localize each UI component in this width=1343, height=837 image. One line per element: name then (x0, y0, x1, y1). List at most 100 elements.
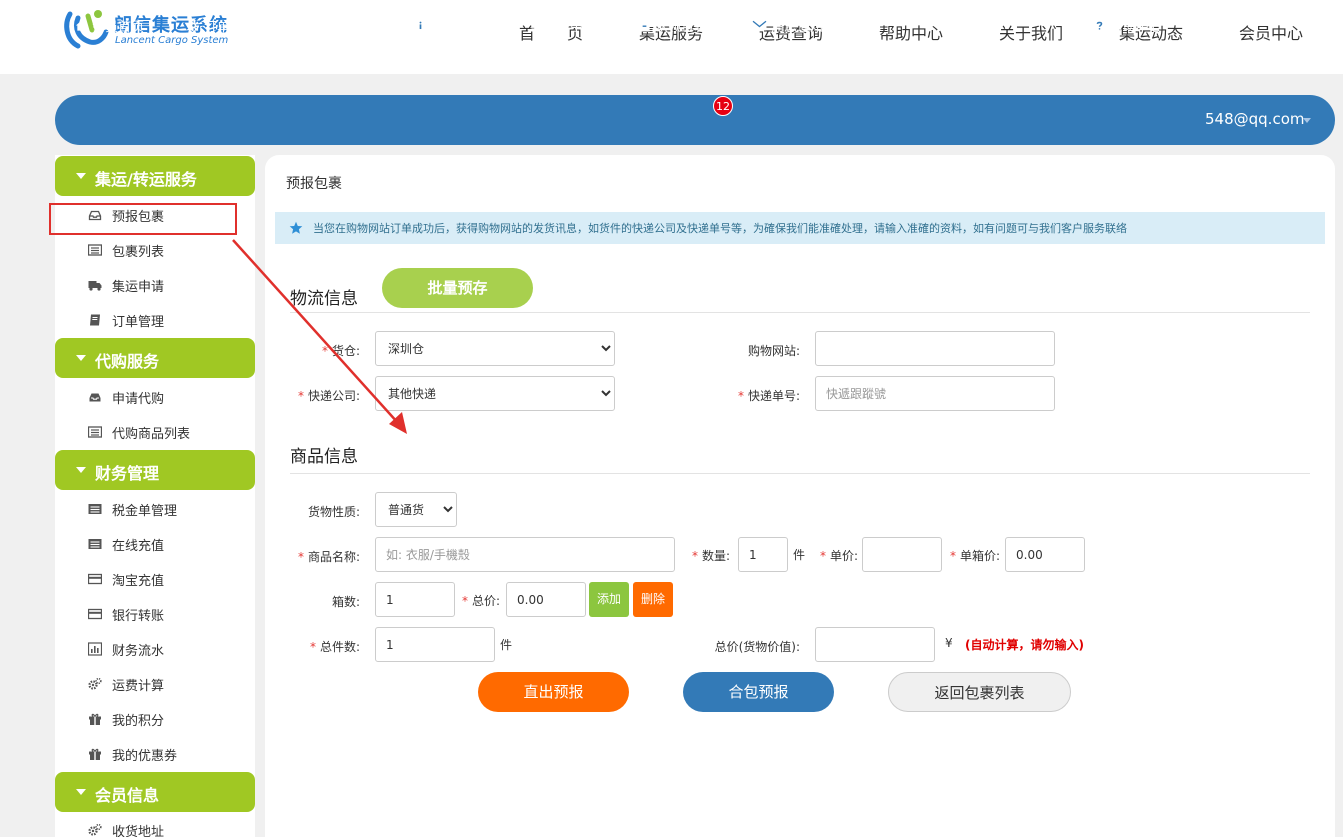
shopping-site-label: 购物网站: (747, 344, 800, 358)
sidebar-item-freight-calc[interactable]: 运费计算 (88, 674, 164, 694)
sidebar-item-label: 淘宝充值 (112, 573, 165, 589)
sidebar-item-label: 在线充值 (112, 538, 165, 554)
member-nav-claim[interactable]: 认领包裹 (638, 16, 707, 35)
sidebar-item-purchase-list[interactable]: 代购商品列表 (88, 422, 190, 442)
total-qty-label: * 总件数: (309, 640, 360, 654)
home-icon (75, 19, 88, 31)
sidebar-item-finance-flow[interactable]: 财务流水 (88, 639, 164, 659)
logistics-section-title: 物流信息 (290, 289, 358, 309)
member-nav-label: 消息通知 (771, 19, 824, 35)
member-nav-label: 财务管理 (319, 19, 372, 35)
sidebar-item-order-manage[interactable]: 订单管理 (88, 310, 164, 330)
sidebar-item-recharge[interactable]: 在线充值 (88, 534, 164, 554)
list-icon (88, 244, 102, 256)
user-account-dropdown[interactable]: 548@qq.com (1205, 110, 1304, 128)
add-row-button[interactable]: 添加 (589, 582, 629, 617)
goods-value-input[interactable] (815, 627, 935, 662)
sidebar-item-consolidation-apply[interactable]: 集运申请 (88, 275, 164, 295)
goods-nature-select[interactable]: 普通货 (375, 492, 457, 527)
member-nav-home[interactable]: 会员首页 (75, 16, 145, 35)
courier-select[interactable]: 其他快递 (375, 376, 615, 411)
shopping-site-input[interactable] (815, 331, 1055, 366)
sidebar-section-consolidation[interactable]: 集运/转运服务 (55, 156, 255, 196)
member-nav-orders[interactable]: 订单管理 (187, 16, 256, 35)
goods-section-title: 商品信息 (290, 447, 358, 467)
back-to-list-button[interactable]: 返回包裹列表 (888, 672, 1071, 712)
divider (290, 312, 1310, 313)
topnav-about[interactable]: 关于我们 (999, 20, 1063, 43)
envelope-icon (752, 20, 767, 30)
money-icon (299, 19, 315, 31)
direct-forecast-button[interactable]: 直出预报 (478, 672, 629, 712)
info-notice: 当您在购物网站订单成功后，获得购物网站的发货讯息，如货件的快递公司及快递单号等，… (275, 212, 1325, 244)
batch-forecast-button[interactable]: 批量预存 (382, 268, 533, 308)
sidebar-item-address[interactable]: 收货地址 (88, 820, 164, 837)
sidebar-item-apply-purchase[interactable]: 申请代购 (88, 387, 164, 407)
required-marker: * (819, 549, 826, 563)
notice-text: 当您在购物网站订单成功后，获得购物网站的发货讯息，如货件的快递公司及快递单号等，… (313, 222, 1127, 235)
truck-icon (88, 281, 102, 291)
box-price-input[interactable] (1005, 537, 1085, 572)
member-nav-info[interactable]: 会员信息 (414, 16, 483, 35)
sidebar-item-points[interactable]: 我的积分 (88, 709, 164, 729)
topnav-member[interactable]: 会员中心 (1239, 20, 1303, 43)
warehouse-label: * 货仓: (321, 344, 360, 358)
combine-forecast-button[interactable]: 合包预报 (683, 672, 834, 712)
product-name-label: * 商品名称: (297, 550, 360, 564)
caret-down-icon (76, 355, 86, 361)
product-name-input[interactable] (375, 537, 675, 572)
sidebar-item-label: 银行转账 (112, 608, 165, 624)
gift-icon (89, 713, 101, 725)
topnav-help[interactable]: 帮助中心 (879, 20, 943, 43)
gear-icon (187, 19, 200, 31)
sidebar-section-title: 代购服务 (95, 352, 160, 371)
unit-price-label: * 单价: (819, 549, 858, 563)
sidebar-section-purchase[interactable]: 代购服务 (55, 338, 255, 378)
inbox-icon (89, 393, 101, 402)
box-count-input[interactable] (375, 582, 455, 617)
sidebar-item-label: 代购商品列表 (112, 426, 191, 442)
unit-price-input[interactable] (862, 537, 942, 572)
required-marker: * (309, 640, 316, 654)
sidebar-section-member-info[interactable]: 会员信息 (55, 772, 255, 812)
warehouse-select[interactable]: 深圳仓 (375, 331, 615, 366)
member-nav-help[interactable]: 帮助中心 (1093, 16, 1162, 35)
total-qty-unit: 件 (500, 638, 513, 652)
member-nav-service[interactable]: 客服中心 (527, 16, 596, 35)
credit-card-icon (88, 608, 102, 620)
sidebar-item-label: 集运申请 (112, 279, 165, 295)
page-title: 预报包裹 (286, 176, 342, 192)
sidebar-item-tax[interactable]: 税金单管理 (88, 499, 177, 519)
chevron-down-icon[interactable] (1303, 118, 1311, 123)
sidebar-item-coupons[interactable]: 我的优惠券 (88, 744, 177, 764)
sidebar-section-finance[interactable]: 财务管理 (55, 450, 255, 490)
sidebar-item-label: 我的积分 (112, 713, 165, 729)
required-marker: * (297, 550, 304, 564)
book-icon (90, 314, 100, 326)
quantity-label: * 数量: (691, 549, 730, 563)
sidebar-item-package-list[interactable]: 包裹列表 (88, 240, 164, 260)
member-nav-messages[interactable]: 消息通知 (752, 16, 824, 35)
sidebar-item-bank-transfer[interactable]: 银行转账 (88, 604, 164, 624)
caret-down-icon (76, 789, 86, 795)
total-price-input[interactable] (506, 582, 586, 617)
required-marker: * (297, 389, 304, 403)
box-icon (638, 19, 651, 32)
delete-row-button[interactable]: 删除 (633, 582, 673, 617)
brand-subtitle: Lancent Cargo System (115, 35, 229, 46)
total-qty-input[interactable] (375, 627, 495, 662)
member-nav-finance[interactable]: 财务管理 (299, 16, 372, 35)
required-marker: * (321, 344, 328, 358)
goods-nature-label: 货物性质: (307, 505, 360, 519)
member-nav-bar (55, 95, 1335, 145)
tracking-number-input[interactable] (815, 376, 1055, 411)
member-nav-label: 会员首页 (92, 19, 145, 35)
gift-icon (89, 748, 101, 760)
cogs-icon (88, 823, 102, 836)
sidebar-item-label: 运费计算 (112, 678, 165, 694)
sidebar-section-title: 财务管理 (95, 464, 160, 483)
box-price-label: * 单箱价: (949, 549, 1000, 563)
sidebar-item-taobao-recharge[interactable]: 淘宝充值 (88, 569, 164, 589)
caret-down-icon (76, 467, 86, 473)
quantity-input[interactable] (738, 537, 788, 572)
